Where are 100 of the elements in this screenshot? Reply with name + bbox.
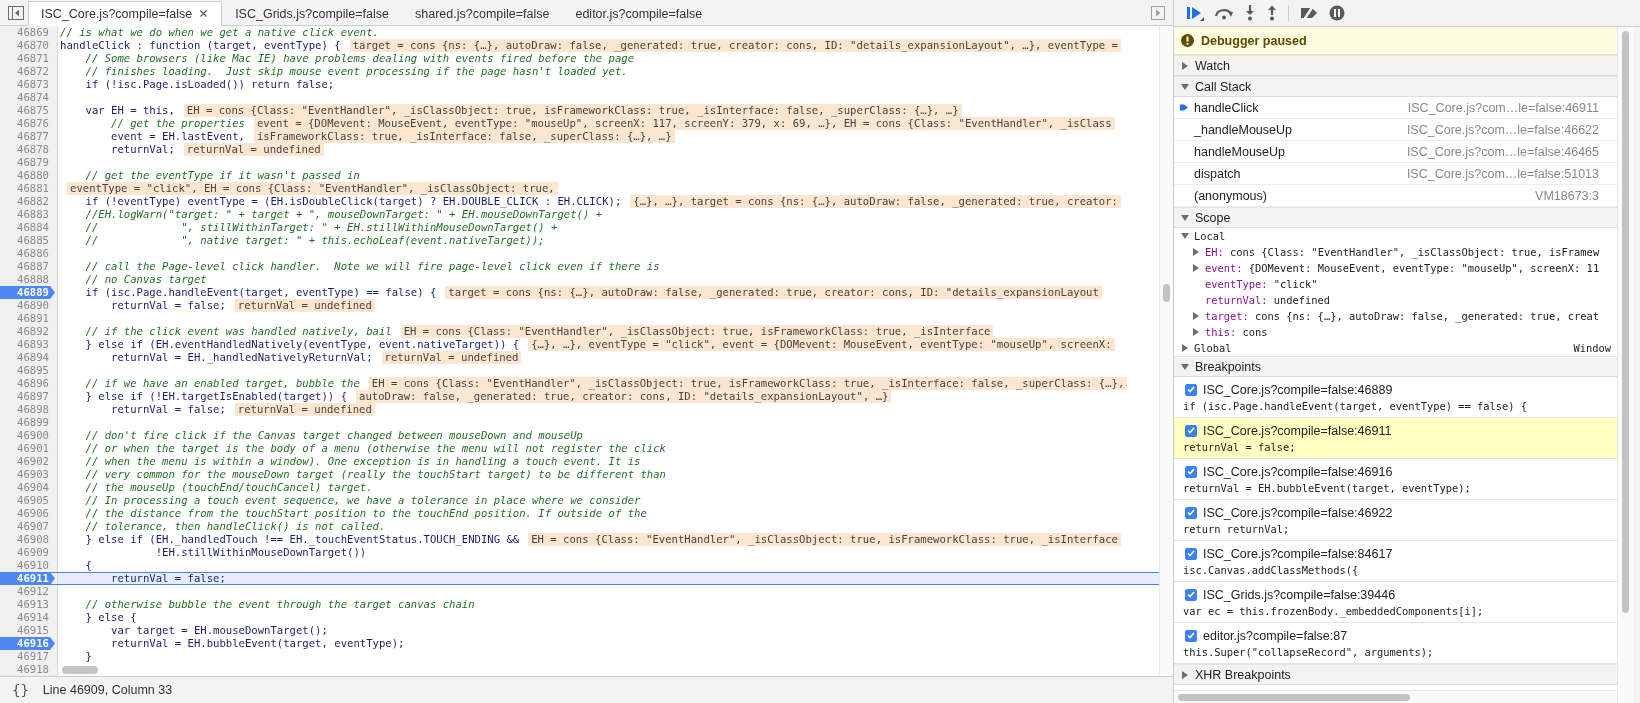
call-frame[interactable]: _handleMouseUp ISC_Core.js?com…le=false:46622 [1174,119,1617,141]
panel-toggle-icon[interactable] [1151,5,1165,20]
code-line: } else { [84,611,137,624]
file-tab[interactable]: ISC_Core.js?compile=false [28,1,223,26]
breakpoint-location: ISC_Core.js?compile=false:46889 [1203,382,1393,397]
scope-name[interactable]: Global [1194,340,1571,356]
disclosure-triangle-icon[interactable] [1192,248,1200,256]
deactivate-breakpoints-icon[interactable] [1299,6,1319,20]
code-line: if (!eventType) eventType = (EH.isDoubleClick(target) ? EH.DOUBLE_CLICK : EH.CLICK); [84,195,622,208]
line-number: 46904 [16,481,50,494]
frame-location: VM18673:3 [1535,188,1599,203]
file-tab[interactable]: editor.js?compile=false [562,1,716,26]
disclosure-triangle-icon[interactable] [1181,362,1189,371]
section-header[interactable]: XHR Breakpoints [1174,664,1617,685]
code-comment: // if we have an enabled target, bubble the [84,377,360,390]
inline-value: EH = cons {Class: "EventHandler", _isClassObject: true, isFrameworkClass: true, _isInterface [528,533,1121,546]
sidebar-toggle-icon[interactable] [8,5,24,20]
step-out-icon[interactable] [1266,5,1278,21]
section-header[interactable]: Call Stack [1174,76,1617,97]
inline-value: returnVal = undefined [234,299,375,312]
disclosure-triangle-icon[interactable] [1181,82,1189,91]
breakpoint-line-number: 46911 [0,572,55,585]
step-into-icon[interactable] [1244,5,1256,21]
code-comment: // when the menu is within a window). One exception is in handling a touch event. It is [84,455,641,468]
file-tab[interactable]: ISC_Grids.js?compile=false [222,1,402,26]
code-comment: // get the properties [110,117,245,130]
call-frame[interactable]: dispatch ISC_Core.js?com…le=false:51013 [1174,163,1617,185]
code-line: !EH.stillWithinMouseDownTarget()) [154,546,367,559]
line-number: 46879 [16,156,50,169]
disclosure-triangle-icon[interactable] [1181,61,1189,70]
line-number: 46888 [16,273,50,286]
inline-value: returnVal = undefined [234,403,375,416]
scrollbar-thumb[interactable] [62,666,98,674]
breakpoint-code: returnVal = EH.bubbleEvent(target, eventType); [1183,481,1472,494]
inline-value: eventType = "click", EH = cons {Class: "EventHandler", _isClassObject: true, [67,182,558,195]
line-number: 46883 [16,208,50,221]
paused-message: Debugger paused [1201,33,1307,48]
frame-name: handleClick [1194,100,1260,115]
breakpoint-code: this.Super("collapseRecord", arguments); [1183,645,1435,658]
checkbox[interactable] [1185,424,1197,437]
section-header[interactable]: Breakpoints [1174,356,1617,377]
line-number: 46898 [16,403,50,416]
disclosure-triangle-icon[interactable] [1181,213,1189,222]
line-number: 46877 [16,130,50,143]
frame-name: (anonymous) [1194,188,1268,203]
line-number: 46896 [16,377,50,390]
resume-icon[interactable] [1186,5,1204,21]
line-number: 46886 [16,247,50,260]
line-number: 46906 [16,507,50,520]
line-number: 46902 [16,455,50,468]
code-comment: // the mouseUp (touchEnd/touchCancel) target. [84,481,373,494]
breakpoint-entry[interactable]: ISC_Core.js?compile=false:46911 returnVal = false; [1174,418,1617,459]
inline-value: isFrameworkClass: true, _isInterface: false, _superClass: {…}, …} [253,130,675,143]
code-line: returnVal = EH._handledNativelyReturnVal; [110,351,373,364]
disclosure-triangle-icon[interactable] [1181,670,1189,679]
disclosure-triangle-icon[interactable] [1181,344,1189,352]
line-number: 46913 [16,598,50,611]
scrollbar-thumb[interactable] [1163,284,1170,302]
inline-value: EH = cons {Class: "EventHandler", _isClassObject: true, isFrameworkClass: true, _isInterface: false, _superClass: {…}, [368,377,1128,390]
disclosure-triangle-icon[interactable] [1192,312,1200,320]
breakpoint-location: ISC_Core.js?compile=false:46911 [1203,423,1392,438]
code-line: returnVal = false; [110,572,226,585]
code-line: var target = EH.mouseDownTarget(); [110,624,328,637]
checkbox[interactable] [1185,588,1197,601]
pause-icon[interactable] [1329,5,1345,21]
disclosure-triangle-icon[interactable] [1192,328,1200,336]
line-number: 46900 [16,429,50,442]
code-comment: // finishes loading. Just skip mouse event processing if the page hasn't loaded yet. [84,65,628,78]
call-frame[interactable]: handleMouseUp ISC_Core.js?com…le=false:46465 [1174,141,1617,163]
line-number: 46903 [16,468,50,481]
code-comment: // Some browsers (like Mac IE) have problems dealing with events fired before the page [84,52,635,65]
line-number: 46891 [16,312,50,325]
checkbox[interactable] [1185,465,1197,478]
close-icon[interactable] [198,8,210,19]
pretty-print-button[interactable]: {} [12,682,29,698]
code-comment: // if the click event was handled natively, bail [84,325,392,338]
section-header[interactable]: Scope [1174,207,1617,228]
disclosure-triangle-icon[interactable] [1192,264,1200,272]
call-frame[interactable]: handleClick ISC_Core.js?com…le=false:46911 [1174,97,1617,119]
code-comment: // the distance from the touchStart position to the touchEnd position. If outside of the [84,507,647,520]
checkbox[interactable] [1185,629,1197,642]
code-line: if (isc.Page.handleEvent(target, eventType) == false) { [84,286,437,299]
checkbox[interactable] [1185,383,1197,396]
code-line: { [84,559,92,572]
inline-value: target = cons {ns: {…}, autoDraw: false, _generated: true, creator: cons, ID: "details_expansionLayout", …}, eventType = [349,39,1121,52]
checkbox[interactable] [1185,506,1197,519]
checkbox[interactable] [1185,547,1197,560]
inline-value: {…}, …}, target = cons {ns: {…}, autoDraw: false, _generated: true, creator: [630,195,1121,208]
step-over-icon[interactable] [1214,6,1234,20]
disclosure-triangle-icon[interactable] [1181,232,1189,240]
frame-name: dispatch [1194,166,1242,181]
scrollbar-thumb[interactable] [1178,693,1410,701]
code-line: returnVal = false; [110,299,226,312]
line-number: 46869 [16,26,50,39]
scope-name[interactable]: Local [1194,228,1611,244]
scrollbar-thumb[interactable] [1622,31,1629,613]
file-tab[interactable]: shared.js?compile=false [402,1,563,26]
section-header[interactable]: Watch [1174,55,1617,76]
breakpoint-location: ISC_Grids.js?compile=false:39446 [1203,587,1396,602]
scope-property: EH: cons {Class: "EventHandler", _isClassObject: true, isFramew [1205,245,1600,260]
